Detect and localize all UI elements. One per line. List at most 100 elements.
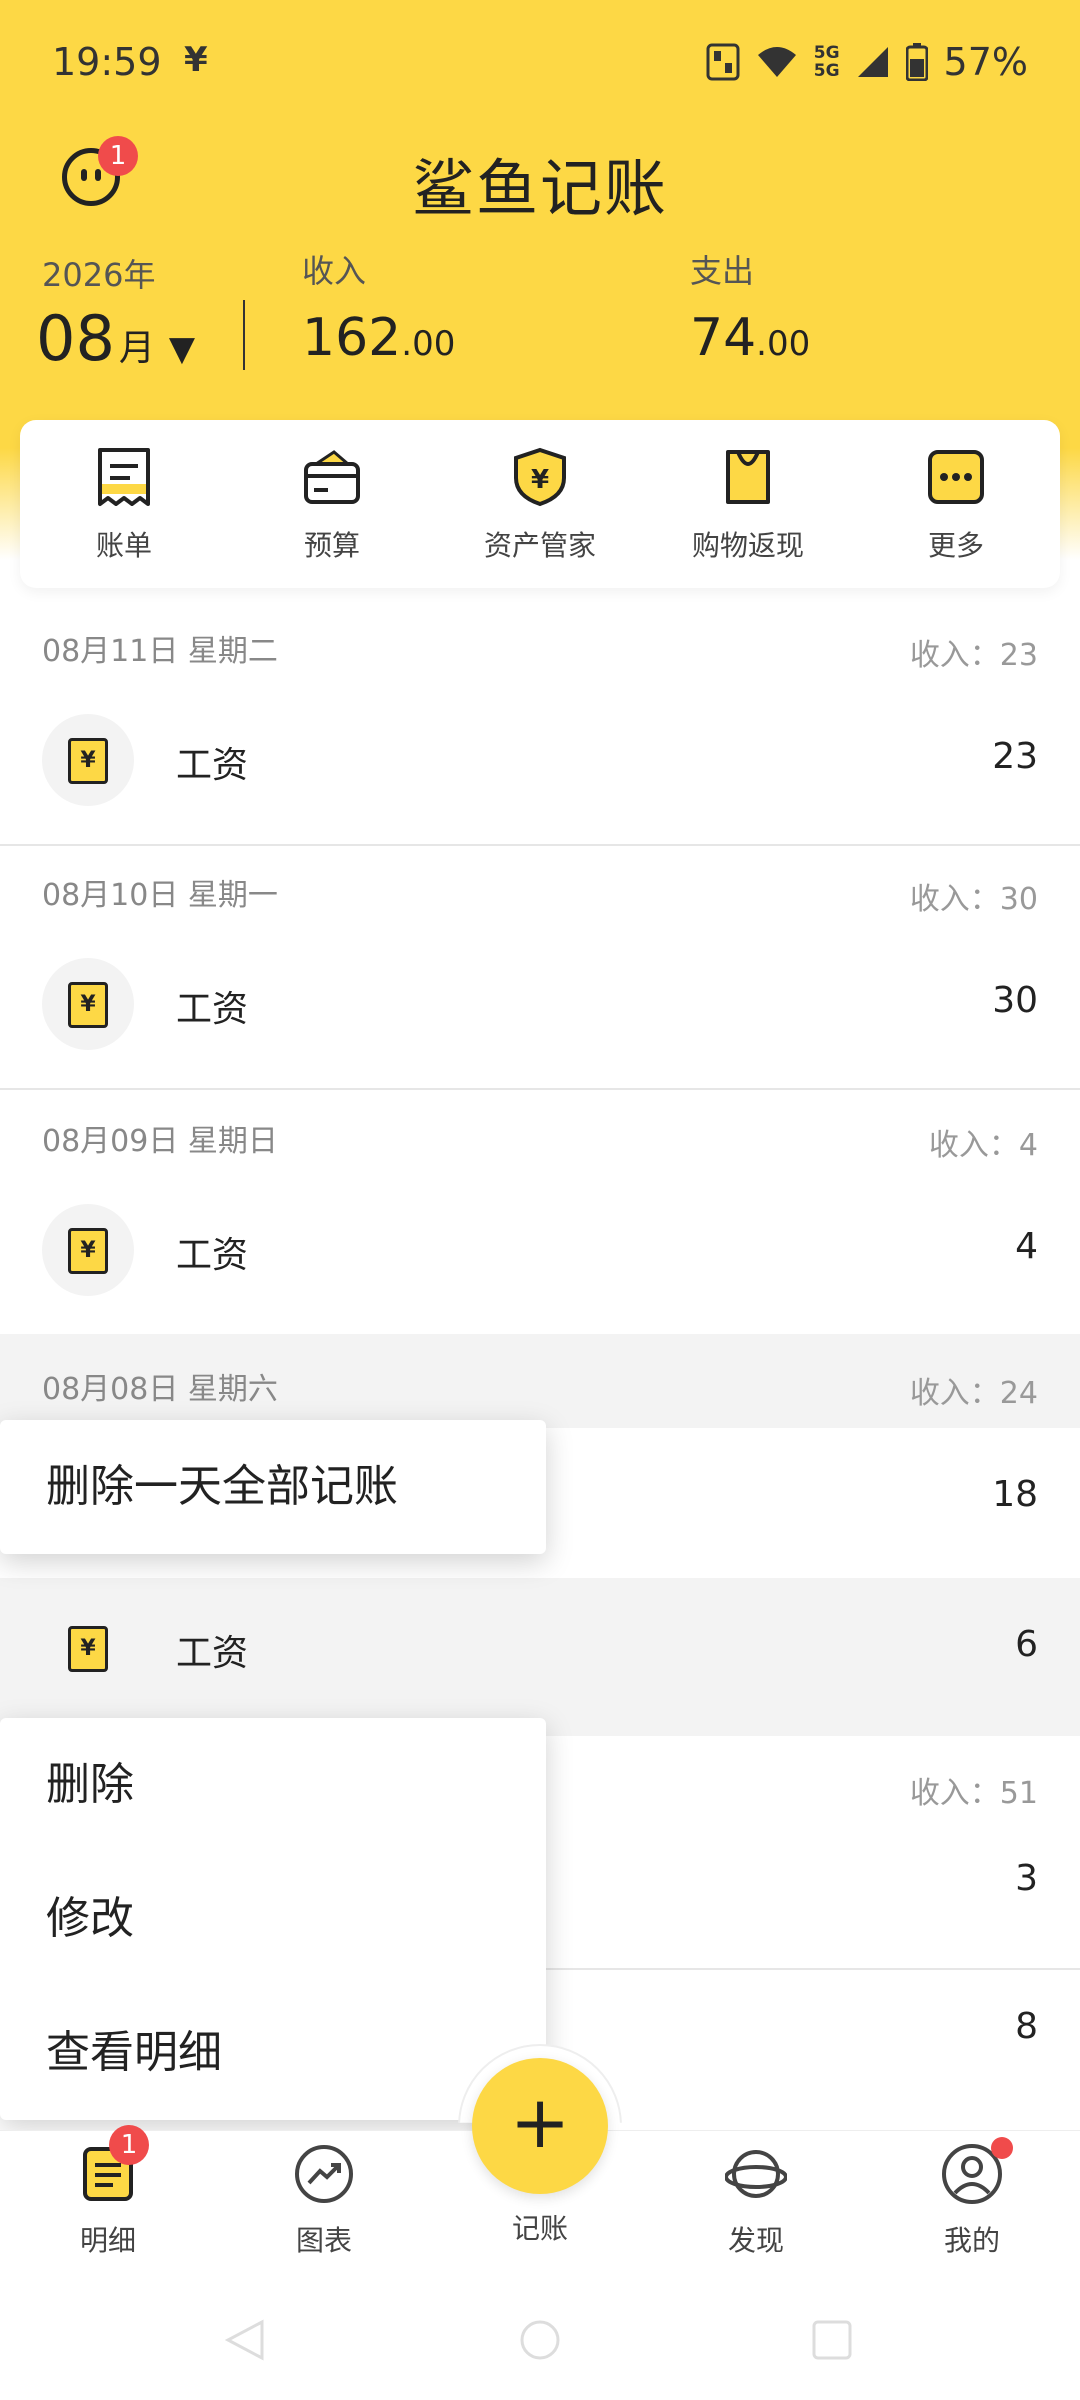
nav-label: 发现 (727, 2224, 784, 2257)
network-5g-label: 5G 5G (814, 44, 840, 80)
day-context-menu: 删除一天全部记账 (0, 1420, 546, 1554)
app-title: 鲨鱼记账 (411, 152, 668, 225)
expense-int: 74 (690, 308, 757, 368)
month-selector[interactable]: 08 月 ▼ (36, 302, 195, 375)
entry-category: 工资 (176, 745, 249, 786)
income-int: 162 (302, 308, 402, 368)
edit-option[interactable]: 修改 (0, 1852, 546, 1986)
list-item[interactable]: ¥ 工资 23 (0, 690, 1080, 844)
day-date: 08月08日 星期六 (42, 1372, 278, 1407)
divider (0, 1334, 1080, 1344)
net-top: 5G (813, 43, 840, 63)
action-budget[interactable]: 预算 (228, 420, 436, 588)
action-bill[interactable]: 账单 (20, 420, 228, 588)
action-label: 账单 (95, 529, 152, 562)
shield-yen-icon: ¥ (514, 447, 566, 507)
month-number: 08 (36, 302, 115, 375)
salary-icon: ¥ (42, 958, 134, 1050)
net-bottom: 5G (813, 61, 840, 81)
entry-context-menu: 删除 修改 查看明细 (0, 1718, 546, 2120)
nav-label: 记账 (511, 2212, 568, 2245)
day-total: 收入：23 (909, 638, 1038, 673)
day-header[interactable]: 08月09日 星期日 收入：4 (0, 1090, 1080, 1180)
month-unit: 月 (118, 328, 155, 369)
chart-trend-icon (295, 2145, 353, 2203)
nav-discover[interactable]: 发现 (676, 2143, 836, 2259)
action-label: 资产管家 (483, 529, 596, 562)
day-total: 收入：4 (928, 1128, 1038, 1163)
entry-amount: 8 (1015, 2006, 1038, 2047)
add-record-button[interactable]: + (472, 2058, 608, 2194)
action-asset-manager[interactable]: ¥ 资产管家 (436, 420, 644, 588)
more-icon (928, 450, 984, 504)
entry-category: 工资 (176, 1235, 249, 1276)
entry-category: 工资 (176, 989, 249, 1030)
delete-option[interactable]: 删除 (0, 1718, 546, 1852)
nav-label: 明细 (79, 2224, 136, 2257)
entry-amount: 6 (1015, 1624, 1038, 1665)
income-dec: .00 (401, 324, 456, 364)
status-right: 5G 5G 57% (706, 40, 1028, 84)
list-item[interactable]: ¥ 工资 6 (0, 1578, 1080, 1736)
header-divider (243, 300, 245, 370)
entry-amount: 23 (992, 736, 1038, 777)
battery-icon (905, 43, 928, 81)
day-total: 收入：51 (909, 1776, 1038, 1811)
action-label: 更多 (927, 529, 984, 562)
year-label[interactable]: 2026年 (42, 250, 155, 296)
nav-profile[interactable]: 我的 (892, 2137, 1052, 2259)
day-date: 08月09日 星期日 (42, 1124, 278, 1159)
expense-dec: .00 (756, 324, 811, 364)
status-bar: 19:59 ¥ 5G 5G 57% (0, 0, 1080, 125)
delete-all-day-option[interactable]: 删除一天全部记账 (0, 1420, 546, 1554)
back-icon[interactable] (222, 2318, 266, 2362)
salary-icon: ¥ (42, 1602, 134, 1694)
chevron-down-icon: ▼ (168, 329, 196, 369)
income-value: 162.00 (302, 308, 455, 368)
recents-icon[interactable] (810, 2318, 854, 2362)
day-total: 收入：24 (909, 1376, 1038, 1411)
day-header[interactable]: 08月08日 星期六 收入：24 (0, 1344, 1080, 1428)
nav-details[interactable]: 1 明细 (28, 2125, 188, 2259)
planet-icon (724, 2150, 788, 2198)
signal-icon (857, 47, 888, 77)
nav-label: 图表 (295, 2224, 352, 2257)
day-header[interactable]: 08月10日 星期一 收入：30 (0, 844, 1080, 934)
action-label: 购物返现 (691, 529, 804, 562)
nav-charts[interactable]: 图表 (244, 2143, 404, 2259)
day-total: 收入：30 (909, 882, 1038, 917)
nav-badge: 1 (109, 2125, 149, 2165)
svg-text:¥: ¥ (531, 465, 549, 495)
action-label: 预算 (303, 529, 360, 562)
day-date: 08月11日 星期二 (42, 634, 278, 669)
entry-amount: 18 (992, 1474, 1038, 1515)
list-item[interactable]: ¥ 工资 4 (0, 1180, 1080, 1334)
day-date: 08月10日 星期一 (42, 878, 278, 913)
nfc-icon (706, 43, 740, 81)
wallet-icon (304, 450, 360, 504)
battery-percent: 57% (943, 40, 1028, 84)
yen-notification-icon: ¥ (184, 40, 208, 80)
status-time: 19:59 (52, 40, 162, 84)
quick-actions: 账单 预算 ¥ 资产管家 购物返现 更多 (20, 420, 1060, 588)
system-nav-bar (0, 2300, 1080, 2400)
wifi-icon (757, 47, 796, 77)
nav-record[interactable]: 记账 (460, 2207, 620, 2247)
shopping-bag-icon (726, 450, 770, 504)
notification-dot (991, 2137, 1013, 2159)
income-label: 收入 (302, 252, 367, 290)
action-shopping-cashback[interactable]: 购物返现 (644, 420, 852, 588)
entry-category: 工资 (176, 1633, 249, 1674)
entry-amount: 30 (992, 980, 1038, 1021)
home-icon[interactable] (518, 2318, 562, 2362)
salary-icon: ¥ (42, 714, 134, 806)
list-item[interactable]: ¥ 工资 30 (0, 934, 1080, 1088)
entry-amount: 4 (1015, 1226, 1038, 1267)
bill-icon (98, 448, 150, 506)
expense-label: 支出 (690, 252, 755, 290)
entry-amount: 3 (1015, 1858, 1038, 1899)
salary-icon: ¥ (42, 1204, 134, 1296)
expense-value: 74.00 (690, 308, 810, 368)
action-more[interactable]: 更多 (852, 420, 1060, 588)
day-header[interactable]: 08月11日 星期二 收入：23 (0, 600, 1080, 690)
